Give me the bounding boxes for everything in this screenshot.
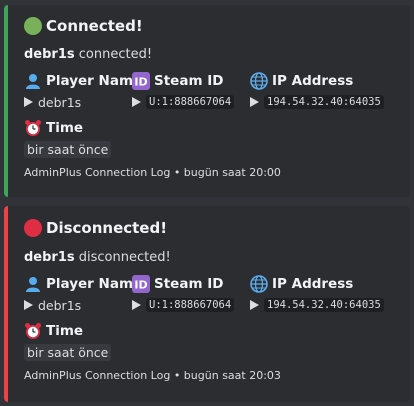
play-triangle-icon	[24, 97, 33, 107]
description-action: connected!	[78, 47, 153, 62]
field-ip-address: IP Address 194.54.32.40:64035	[250, 71, 384, 111]
embed-footer: AdminPlus Connection Log • bugün saat 20…	[24, 166, 281, 179]
field-label: Steam ID	[154, 73, 224, 89]
embed-title: Disconnected!	[24, 219, 167, 237]
globe-icon	[250, 275, 268, 293]
globe-icon	[250, 72, 268, 90]
field-value: 194.54.32.40:64035	[264, 95, 384, 109]
description-action: disconnected!	[78, 250, 171, 265]
field-label: Player Name	[46, 73, 143, 89]
field-value: debr1s	[38, 297, 82, 313]
alarm-clock-icon	[25, 120, 41, 136]
embed-title: Connected!	[24, 17, 143, 35]
id-button-icon: ID	[132, 72, 150, 90]
field-ip-address: IP Address 194.54.32.40:64035	[250, 274, 384, 314]
field-label: IP Address	[272, 276, 354, 292]
embed-title-text: Connected!	[46, 17, 143, 35]
play-triangle-icon	[132, 97, 141, 107]
field-steam-id: ID Steam ID U:1:888667064	[132, 71, 235, 111]
svg-text:ID: ID	[134, 76, 147, 89]
field-label: IP Address	[272, 73, 354, 89]
field-time: Time bir saat önce	[24, 321, 112, 361]
relative-timestamp[interactable]: bir saat önce	[24, 140, 112, 158]
field-value: U:1:888667064	[146, 298, 235, 312]
embed-description: debr1s connected!	[24, 47, 152, 62]
field-label: Time	[46, 120, 84, 136]
svg-text:ID: ID	[134, 279, 147, 292]
field-value: U:1:888667064	[146, 95, 235, 109]
embed-disconnected: Disconnected! debr1s disconnected! Playe…	[4, 206, 410, 402]
bust-in-silhouette-icon	[26, 277, 40, 292]
field-time: Time bir saat önce	[24, 118, 112, 158]
play-triangle-icon	[250, 97, 259, 107]
embed-footer: AdminPlus Connection Log • bugün saat 20…	[24, 369, 281, 382]
field-steam-id: ID Steam ID U:1:888667064	[132, 274, 235, 314]
embed-connected: Connected! debr1s connected! Player Name…	[4, 5, 410, 197]
bust-in-silhouette-icon	[26, 74, 40, 89]
embed-description: debr1s disconnected!	[24, 250, 171, 265]
alarm-clock-icon	[25, 323, 41, 339]
play-triangle-icon	[250, 300, 259, 310]
field-label: Player Name	[46, 276, 143, 292]
play-triangle-icon	[24, 300, 33, 310]
field-player-name: Player Name debr1s	[24, 274, 142, 314]
field-label: Steam ID	[154, 276, 224, 292]
description-user: debr1s	[24, 47, 75, 62]
field-value: debr1s	[38, 94, 82, 110]
green-circle-icon	[24, 17, 42, 35]
field-value: 194.54.32.40:64035	[264, 298, 384, 312]
field-player-name: Player Name debr1s	[24, 71, 142, 111]
id-button-icon: ID	[132, 275, 150, 293]
relative-timestamp[interactable]: bir saat önce	[24, 343, 112, 361]
embed-title-text: Disconnected!	[46, 219, 168, 237]
play-triangle-icon	[132, 300, 141, 310]
red-circle-icon	[24, 219, 42, 237]
description-user: debr1s	[24, 250, 75, 265]
field-label: Time	[46, 323, 84, 339]
